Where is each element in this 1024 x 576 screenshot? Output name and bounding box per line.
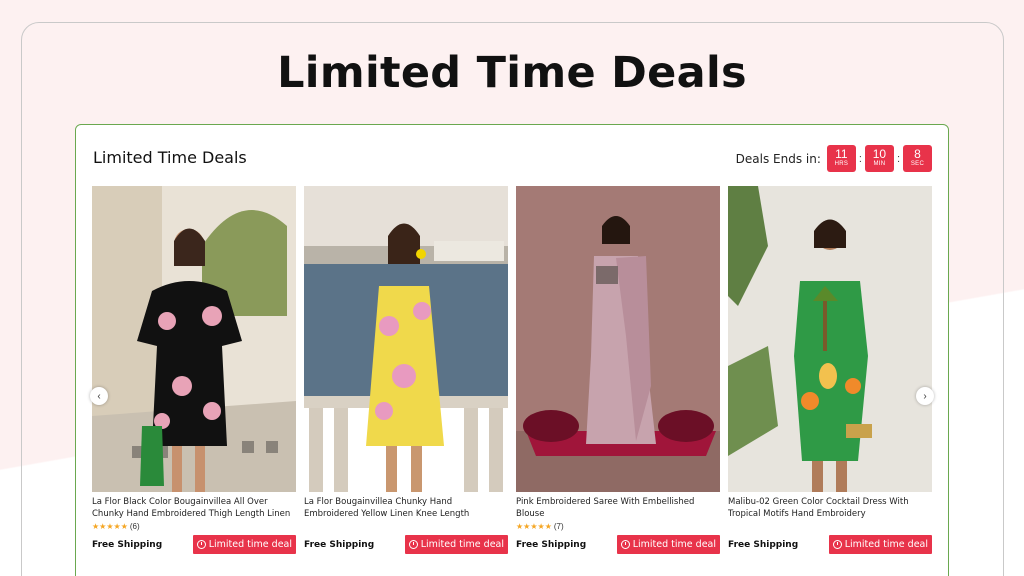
star-rating-icon: ★★★★★ (92, 521, 128, 531)
product-rating (728, 520, 932, 532)
product-card[interactable]: La Flor Black Color Bougainvillea All Ov… (92, 186, 296, 554)
chevron-left-icon: ‹ (97, 390, 101, 402)
product-rating: ★★★★★ (7) (516, 520, 720, 532)
timer-separator: : (896, 152, 900, 165)
timer-label: Deals Ends in: (735, 151, 821, 166)
free-shipping-label: Free Shipping (728, 539, 799, 550)
deal-label: Limited time deal (632, 539, 716, 550)
deals-widget: Limited Time Deals Deals Ends in: 11 HRS… (75, 124, 949, 576)
rating-count: (7) (553, 521, 564, 531)
timer-hours: 11 HRS (826, 145, 856, 172)
product-image[interactable] (304, 186, 508, 492)
clock-icon (832, 540, 842, 549)
seconds-value: 8 (914, 147, 921, 161)
rating-count: (6) (129, 521, 140, 531)
product-carousel: La Flor Black Color Bougainvillea All Ov… (92, 186, 932, 566)
timer-minutes: 10 MIN (864, 145, 894, 172)
chevron-right-icon: › (923, 390, 927, 402)
deal-label: Limited time deal (844, 539, 928, 550)
product-rating: ★★★★★ (6) (92, 520, 296, 532)
countdown-timer: Deals Ends in: 11 HRS : 10 MIN : 8 SEC (736, 145, 932, 172)
card-footer: Free Shipping Limited time deal (304, 535, 508, 554)
timer-seconds: 8 SEC (903, 145, 932, 172)
deal-label: Limited time deal (420, 539, 504, 550)
product-card[interactable]: Malibu-02 Green Color Cocktail Dress Wit… (728, 186, 932, 554)
limited-deal-badge[interactable]: Limited time deal (404, 535, 508, 554)
free-shipping-label: Free Shipping (92, 539, 163, 550)
clock-icon (196, 540, 206, 549)
hero-title: Limited Time Deals (277, 48, 747, 98)
minutes-unit: MIN (873, 161, 886, 167)
limited-deal-badge[interactable]: Limited time deal (616, 535, 720, 554)
timer-separator: : (858, 152, 862, 165)
clock-icon (408, 540, 418, 549)
seconds-unit: SEC (910, 161, 925, 167)
hours-value: 11 (835, 147, 848, 161)
clock-icon (620, 540, 630, 549)
hours-unit: HRS (834, 161, 849, 167)
widget-title: Limited Time Deals (93, 148, 247, 167)
product-image[interactable] (728, 186, 932, 492)
card-footer: Free Shipping Limited time deal (516, 535, 720, 554)
product-name[interactable]: La Flor Black Color Bougainvillea All Ov… (92, 496, 296, 520)
free-shipping-label: Free Shipping (304, 539, 375, 550)
card-footer: Free Shipping Limited time deal (92, 535, 296, 554)
product-image[interactable] (516, 186, 720, 492)
product-name[interactable]: Pink Embroidered Saree With Embellished … (516, 496, 720, 520)
deal-label: Limited time deal (208, 539, 292, 550)
limited-deal-badge[interactable]: Limited time deal (828, 535, 932, 554)
carousel-prev-button[interactable]: ‹ (90, 387, 108, 405)
limited-deal-badge[interactable]: Limited time deal (192, 535, 296, 554)
product-name[interactable]: Malibu-02 Green Color Cocktail Dress Wit… (728, 496, 932, 520)
product-card[interactable]: Pink Embroidered Saree With Embellished … (516, 186, 720, 554)
product-image[interactable] (92, 186, 296, 492)
star-rating-icon: ★★★★★ (516, 521, 552, 531)
product-name[interactable]: La Flor Bougainvillea Chunky Hand Embroi… (304, 496, 508, 520)
card-footer: Free Shipping Limited time deal (728, 535, 932, 554)
minutes-value: 10 (872, 147, 887, 161)
free-shipping-label: Free Shipping (516, 539, 587, 550)
carousel-next-button[interactable]: › (916, 387, 934, 405)
product-rating (304, 520, 508, 532)
product-card[interactable]: La Flor Bougainvillea Chunky Hand Embroi… (304, 186, 508, 554)
